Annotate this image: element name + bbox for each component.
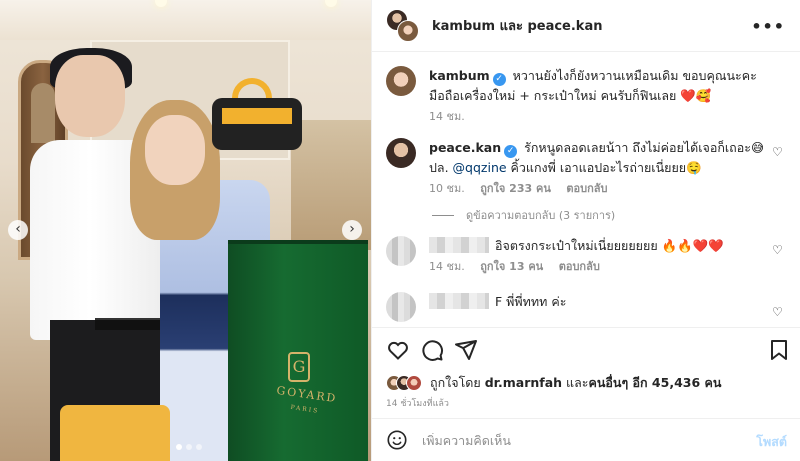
belt [95, 318, 165, 330]
mention-link[interactable]: @qqzine [453, 160, 507, 175]
action-bar [372, 327, 800, 371]
carousel-dot [176, 444, 182, 450]
carousel-dots [176, 444, 202, 450]
more-horizontal-icon[interactable]: ••• [751, 17, 785, 36]
view-replies-button[interactable]: ดูข้อความตอบกลับ (3 รายการ) [432, 206, 615, 224]
chevron-left-icon: ‹ [15, 221, 21, 237]
comments-list: kambum ✓ หวานยังไงก็ยังหวานเหมือนเดิม ขอบ… [372, 52, 800, 327]
replies-divider [432, 214, 454, 216]
man-face [55, 55, 125, 137]
comment-text: F พี่พี่ททท ค่ะ [495, 294, 567, 309]
likes-others-link[interactable]: คนอื่นๆ อีก 45,436 คน [588, 375, 721, 390]
comment-icon[interactable] [420, 338, 444, 362]
view-replies-label: ดูข้อความตอบกลับ (3 รายการ) [466, 209, 616, 222]
blurred-username[interactable] [429, 293, 489, 309]
comment-likes[interactable]: ถูกใจ 13 คน [480, 260, 543, 273]
carousel-next-button[interactable]: › [342, 220, 362, 240]
blurred-username[interactable] [429, 237, 489, 253]
avatar[interactable] [386, 138, 416, 168]
goyard-handbag [212, 98, 302, 150]
post-side-panel: kambum และ peace.kan ••• kambum ✓ หวานยัง… [371, 0, 800, 461]
comment-username[interactable]: peace.kan [429, 140, 501, 155]
avatar [397, 19, 419, 42]
chevron-right-icon: › [349, 221, 355, 237]
post-header: kambum และ peace.kan ••• [372, 0, 800, 52]
post-authors[interactable]: kambum และ peace.kan [432, 15, 602, 36]
likes-summary: ถูกใจโดย dr.marnfah และคนอื่นๆ อีก 45,43… [386, 373, 721, 393]
liker-username[interactable]: dr.marnfah [485, 375, 562, 390]
verified-badge-icon: ✓ [492, 73, 506, 86]
comment-username[interactable]: kambum [429, 68, 490, 83]
carousel-dot [186, 444, 192, 450]
ceiling [0, 0, 371, 40]
post-photo[interactable]: G GOYARD PARIS ‹ › [0, 0, 371, 461]
comment-text: อิจตรงกระเป๋าใหม่เนี่ยยยยยยย 🔥🔥❤️❤️ [495, 238, 724, 253]
comment-text: คิ้วแกงพี่ เอาแอปอะไรถ่ายเนี่ยยย🤤 [506, 160, 702, 175]
carousel-prev-button[interactable]: ‹ [8, 220, 28, 240]
collab-avatars[interactable] [386, 8, 420, 43]
verified-badge-icon: ✓ [504, 145, 518, 158]
handbag-band [222, 108, 292, 124]
reply-button[interactable]: ตอบกลับ [559, 260, 600, 273]
likes-prefix: ถูกใจโดย [430, 375, 485, 390]
comment-composer: โพสต์ [372, 418, 800, 461]
comment-input[interactable] [422, 432, 722, 448]
carousel-dot [196, 444, 202, 450]
blurred-avatar[interactable] [386, 292, 416, 322]
green-shopping-bag [228, 240, 368, 461]
yellow-cloth [60, 405, 170, 461]
comment-likes[interactable]: ถูกใจ 233 คน [480, 182, 551, 195]
like-comment-heart-icon[interactable]: ♡ [772, 244, 784, 256]
like-comment-heart-icon[interactable]: ♡ [772, 306, 784, 318]
smiley-icon[interactable] [386, 429, 408, 451]
post-comment-button[interactable]: โพสต์ [756, 432, 787, 452]
comment-time: 14 ชม. [429, 260, 465, 273]
goyard-logo: G [288, 352, 310, 382]
comment-time: 14 ชม. [429, 110, 465, 123]
blurred-avatar[interactable] [386, 236, 416, 266]
avatar [406, 375, 422, 391]
posted-time[interactable]: 14 ชั่วโมงที่แล้ว [386, 396, 449, 410]
comment-time: 10 ชม. [429, 182, 465, 195]
like-comment-heart-icon[interactable]: ♡ [772, 146, 784, 158]
heart-icon[interactable] [386, 338, 410, 362]
reply-button[interactable]: ตอบกลับ [566, 182, 607, 195]
paper-plane-icon[interactable] [454, 338, 478, 362]
avatar[interactable] [386, 66, 416, 96]
bookmark-icon[interactable] [767, 338, 791, 362]
likes-middle: และ [562, 375, 589, 390]
woman-face [145, 115, 205, 185]
